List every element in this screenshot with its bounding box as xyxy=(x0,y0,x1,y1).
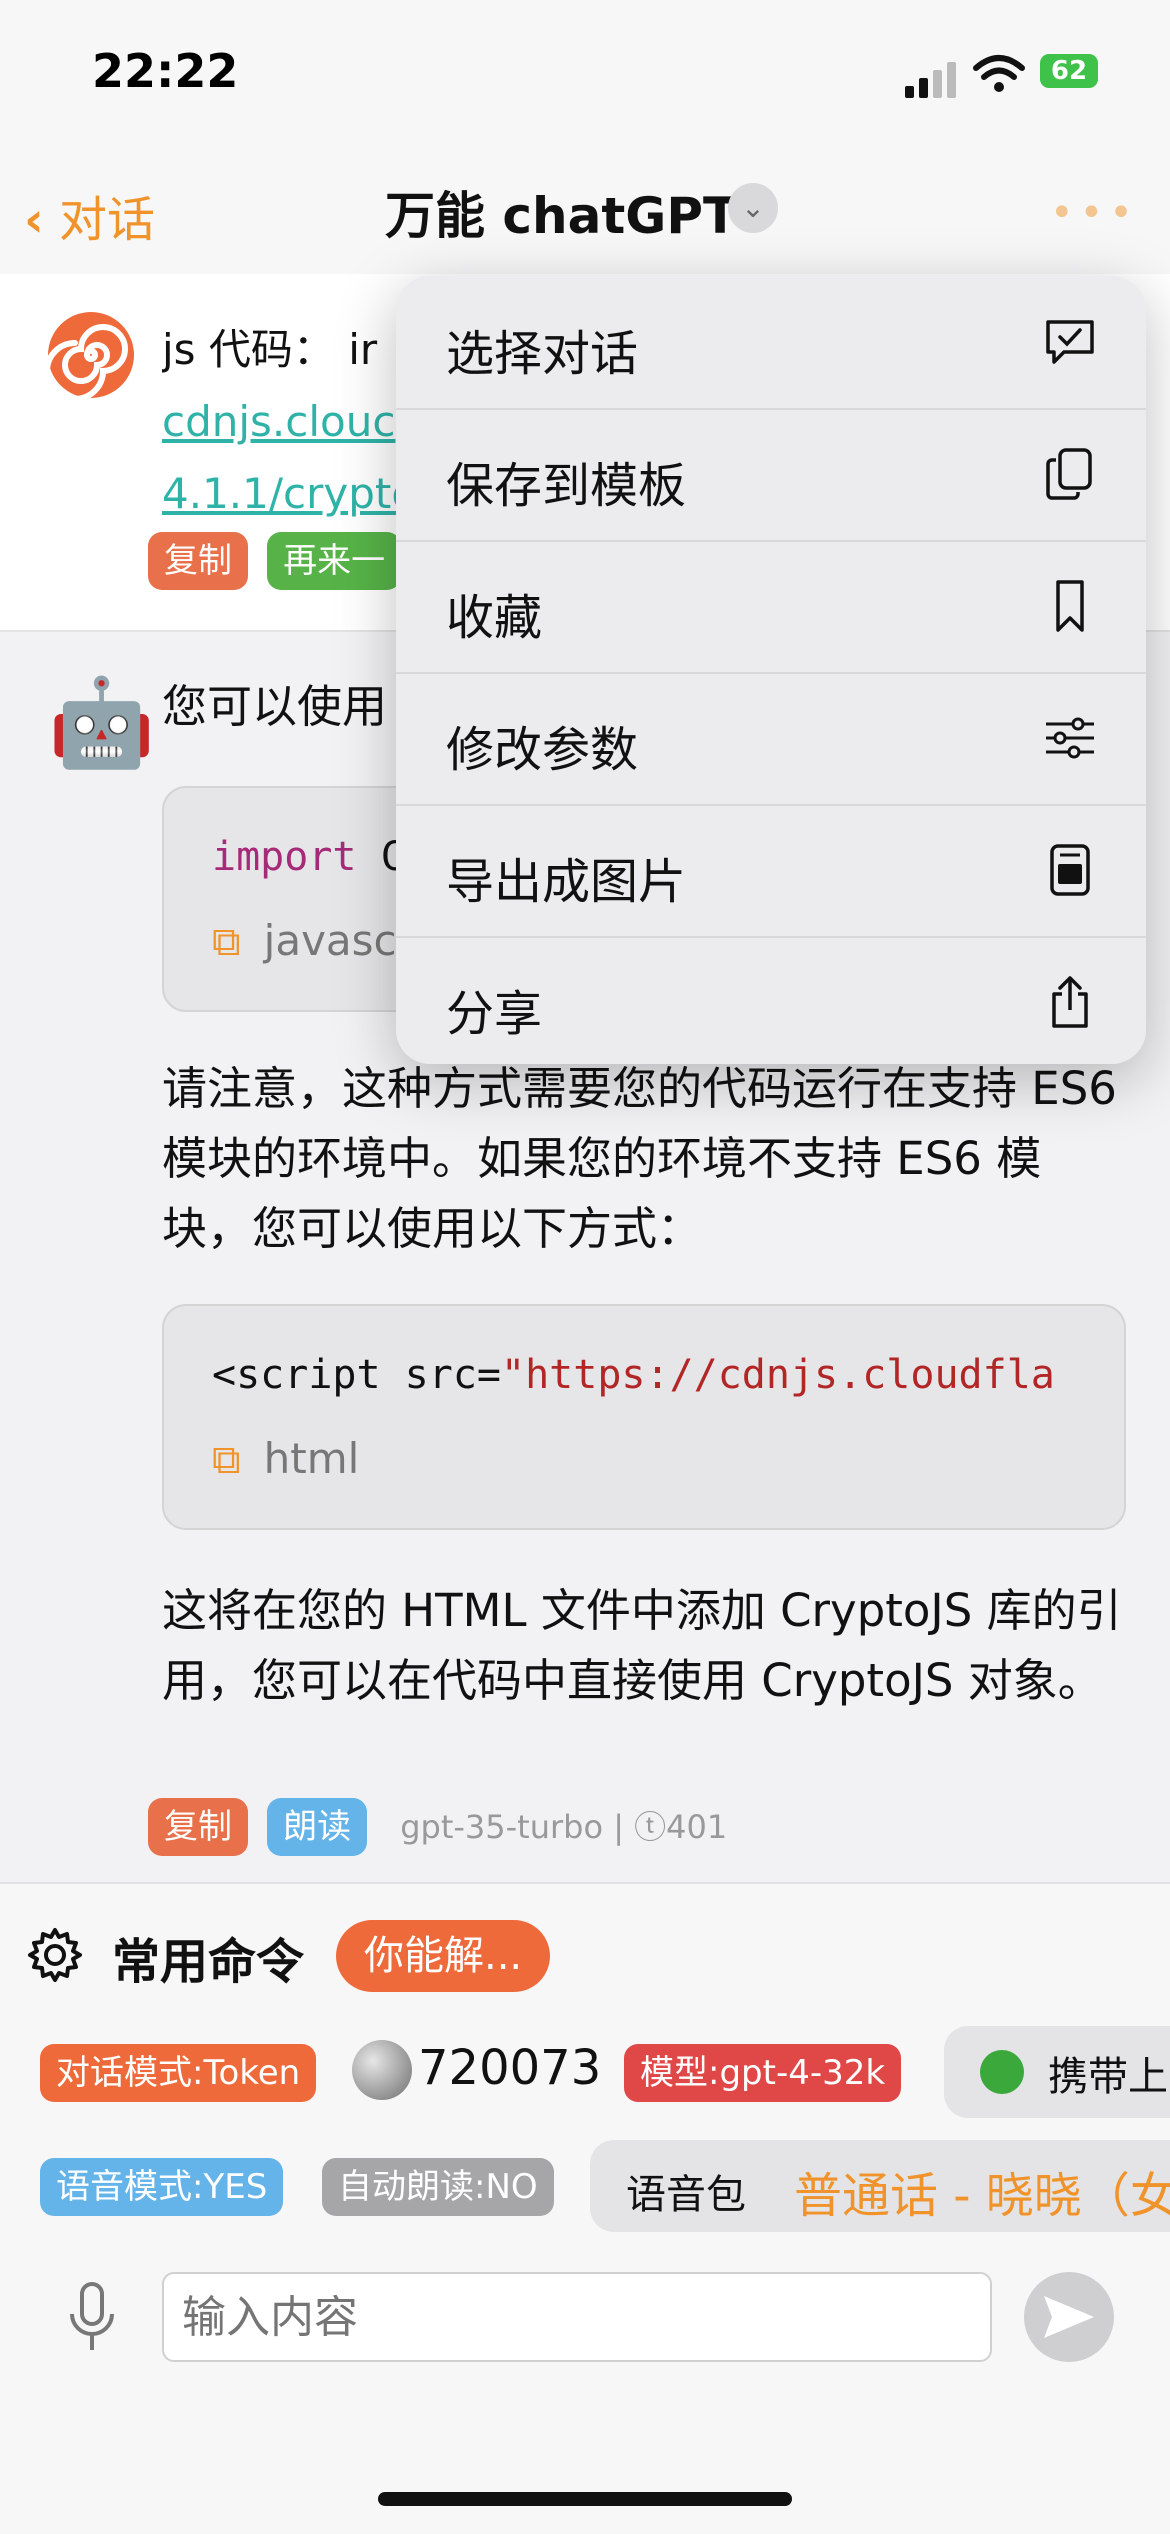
back-label: 对话 xyxy=(59,192,156,248)
signal-icon xyxy=(905,62,956,98)
menu-item-label: 修改参数 xyxy=(446,722,639,778)
status-time: 22:22 xyxy=(92,44,239,98)
voice-pack-value: 普通话 - 晓晓（女 xyxy=(794,2168,1170,2224)
assistant-paragraph-2: 这将在您的 HTML 文件中添加 CryptoJS 库的引用，您可以在代码中直接… xyxy=(162,1584,1122,1707)
code-string: "https://cdnjs.cloudfla xyxy=(500,1352,1055,1398)
menu-item-label: 保存到模板 xyxy=(446,458,687,514)
status-dot-icon xyxy=(980,2050,1024,2094)
code-lang-row: ⧉ javasc xyxy=(212,916,397,965)
chevron-down-icon[interactable]: ⌄ xyxy=(728,183,778,233)
code-tag: <script src= xyxy=(212,1352,501,1398)
code-block-html: <script src="https://cdnjs.cloudfla ⧉ ht… xyxy=(162,1304,1126,1530)
code-lang-row-2: ⧉ html xyxy=(212,1434,359,1483)
context-menu: 选择对话 保存到模板 收藏 修改参数 导出成图片 分享 xyxy=(396,276,1146,1064)
page-title[interactable]: 万能 chatGPT xyxy=(385,176,737,248)
menu-item-save-template[interactable]: 保存到模板 xyxy=(396,408,1146,542)
chat-check-icon xyxy=(1046,320,1094,364)
share-icon xyxy=(1052,976,1088,1028)
code-keyword: import xyxy=(212,834,357,880)
menu-item-label: 收藏 xyxy=(446,590,543,646)
send-icon xyxy=(1044,2296,1094,2338)
bookmark-icon xyxy=(1056,580,1084,632)
home-indicator xyxy=(378,2492,792,2506)
send-button[interactable] xyxy=(1024,2272,1114,2362)
menu-item-label: 选择对话 xyxy=(446,326,639,382)
message-input[interactable] xyxy=(162,2272,992,2362)
assistant-message-actions: 复制 朗读 gpt-35-turbo | ⓣ401 xyxy=(148,1798,727,1856)
copy-button[interactable]: 复制 xyxy=(148,532,248,590)
microphone-icon[interactable] xyxy=(64,2280,120,2356)
menu-item-share[interactable]: 分享 xyxy=(396,936,1146,1064)
user-message-actions: 复制 再来一 xyxy=(148,532,402,590)
code-lang: javasc xyxy=(263,916,397,965)
chevron-left-icon: ‹ xyxy=(24,192,44,248)
back-button[interactable]: ‹ 对话 xyxy=(24,180,155,250)
menu-item-label: 导出成图片 xyxy=(446,854,687,910)
spiral-avatar-icon xyxy=(46,312,134,400)
menu-item-edit-params[interactable]: 修改参数 xyxy=(396,672,1146,806)
copy-code-icon[interactable]: ⧉ xyxy=(212,1437,241,1483)
menu-item-select-chat[interactable]: 选择对话 xyxy=(396,276,1146,410)
command-chip[interactable]: 你能解... xyxy=(336,1920,551,1992)
model-tag[interactable]: 模型:gpt-4-32k xyxy=(624,2044,902,2102)
auto-read-tag[interactable]: 自动朗读:NO xyxy=(322,2158,554,2216)
assistant-paragraph-1: 请注意，这种方式需要您的代码运行在支持 ES6 模块的环境中。如果您的环境不支持… xyxy=(162,1062,1117,1255)
regenerate-button[interactable]: 再来一 xyxy=(267,532,402,590)
battery-icon: 62 xyxy=(1040,54,1098,88)
read-aloud-button[interactable]: 朗读 xyxy=(267,1798,368,1856)
menu-item-label: 分享 xyxy=(446,986,543,1042)
menu-item-export-image[interactable]: 导出成图片 xyxy=(396,804,1146,938)
carry-label: 携带上 xyxy=(1048,2054,1168,2100)
voice-pack-selector[interactable]: 语音包 普通话 - 晓晓（女 xyxy=(590,2140,1170,2232)
export-image-icon xyxy=(1050,844,1090,896)
chat-mode-tag[interactable]: 对话模式:Token xyxy=(40,2044,317,2102)
copy-button[interactable]: 复制 xyxy=(148,1798,248,1856)
copy-docs-icon xyxy=(1046,448,1092,500)
sliders-icon xyxy=(1046,717,1094,759)
coin-balance: 720073 xyxy=(418,2040,602,2096)
common-commands-label: 常用命令 xyxy=(112,1934,305,1990)
voice-mode-tag[interactable]: 语音模式:YES xyxy=(40,2158,284,2216)
model-meta: gpt-35-turbo | ⓣ401 xyxy=(400,1808,728,1846)
voice-pack-label: 语音包 xyxy=(626,2172,746,2218)
carry-context-toggle[interactable]: 携带上 xyxy=(944,2026,1170,2118)
coin-icon xyxy=(352,2040,412,2100)
copy-code-icon[interactable]: ⧉ xyxy=(212,919,241,965)
robot-avatar-icon: 🤖 xyxy=(48,673,156,773)
wifi-icon xyxy=(973,55,1025,92)
code-lang-2: html xyxy=(263,1434,360,1483)
gear-icon[interactable] xyxy=(26,1926,84,1984)
menu-item-favorite[interactable]: 收藏 xyxy=(396,540,1146,674)
more-icon[interactable]: ••• xyxy=(1050,190,1139,236)
